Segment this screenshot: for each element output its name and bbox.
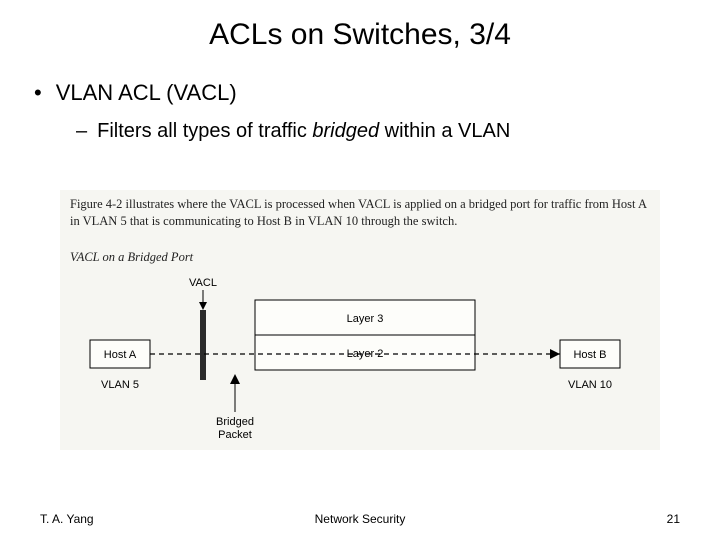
footer-title: Network Security [40, 512, 680, 526]
vacl-label: VACL [189, 277, 217, 289]
bridged-label-line1: Bridged [216, 416, 254, 428]
figure-subtitle: VACL on a Bridged Port [70, 250, 193, 265]
bullet-dash: – [76, 120, 87, 143]
bullet-level1: • VLAN ACL (VACL) [34, 80, 720, 106]
host-b-label: Host B [573, 349, 606, 361]
bullet-level2: – Filters all types of traffic bridged w… [76, 120, 720, 143]
layer3-label: Layer 3 [347, 313, 384, 325]
sub-post: within a VLAN [379, 120, 510, 142]
footer: T. A. Yang Network Security 21 [40, 512, 680, 526]
sub-em: bridged [312, 120, 379, 142]
host-a-label: Host A [104, 349, 137, 361]
bullet-sub-text: Filters all types of traffic bridged wit… [97, 120, 510, 143]
traffic-arrow-head [550, 349, 560, 359]
bullet-dot: • [34, 82, 42, 104]
slide-title: ACLs on Switches, 3/4 [0, 0, 720, 52]
figure-caption: Figure 4-2 illustrates where the VACL is… [70, 196, 650, 230]
bridged-label-line2: Packet [218, 429, 252, 441]
slide: ACLs on Switches, 3/4 • VLAN ACL (VACL) … [0, 0, 720, 540]
figure-diagram: Layer 3 Layer 2 Host A VLAN 5 Host B VLA… [60, 270, 660, 450]
bridged-arrow-head [230, 374, 240, 384]
vacl-arrow-head [199, 302, 207, 310]
vlan5-label: VLAN 5 [101, 379, 139, 391]
sub-pre: Filters all types of traffic [97, 120, 312, 142]
bullet-main-text: VLAN ACL (VACL) [56, 80, 237, 106]
figure: Figure 4-2 illustrates where the VACL is… [60, 190, 660, 450]
bullet-list: • VLAN ACL (VACL) – Filters all types of… [34, 80, 720, 143]
vlan10-label: VLAN 10 [568, 379, 612, 391]
vacl-bar [200, 310, 206, 380]
